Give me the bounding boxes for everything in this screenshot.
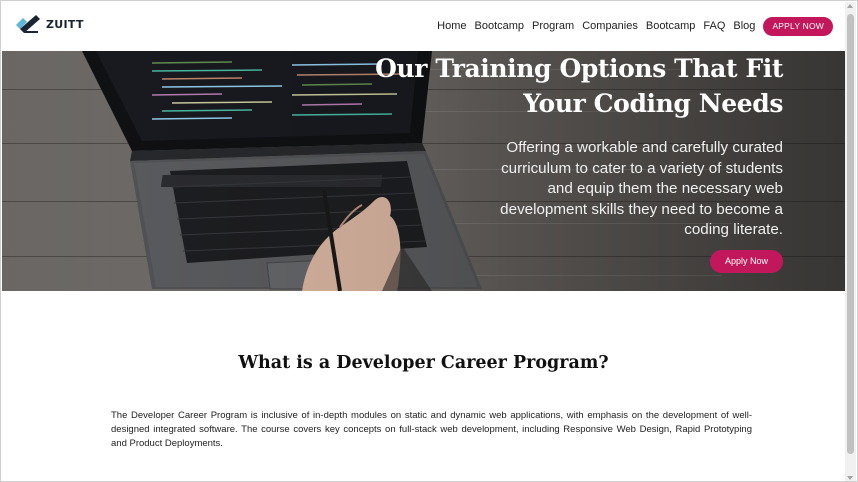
hero-subtitle: Offering a workable and carefully curate… — [500, 139, 783, 239]
browser-viewport: ZUITT Home Bootcamp Program Companies Bo… — [0, 0, 858, 482]
nav-link-home[interactable]: Home — [437, 16, 466, 36]
brand-name: ZUITT — [46, 17, 84, 31]
nav-link-bootcamp-2[interactable]: Bootcamp — [646, 16, 696, 36]
main-nav: Home Bootcamp Program Companies Bootcamp… — [437, 16, 833, 36]
nav-link-faq[interactable]: FAQ — [703, 16, 725, 36]
hero-banner: Our Training Options That Fit Your Codin… — [2, 51, 846, 291]
nav-link-blog[interactable]: Blog — [733, 16, 755, 36]
nav-link-companies[interactable]: Companies — [582, 16, 638, 36]
vertical-scrollbar[interactable] — [845, 2, 856, 481]
apply-now-hero-button[interactable]: Apply Now — [710, 250, 783, 273]
nav-link-bootcamp[interactable]: Bootcamp — [475, 16, 525, 36]
nav-link-program[interactable]: Program — [532, 16, 574, 36]
scroll-down-icon[interactable] — [847, 476, 853, 480]
section-body: The Developer Career Program is inclusiv… — [111, 410, 752, 449]
apply-now-nav-button[interactable]: APPLY NOW — [763, 16, 833, 36]
zuitt-logo-icon — [16, 15, 40, 33]
scroll-up-icon[interactable] — [847, 4, 853, 8]
section-title: What is a Developer Career Program? — [238, 353, 609, 373]
scrollbar-thumb[interactable] — [847, 14, 854, 454]
hero-title: Our Training Options That Fit Your Codin… — [375, 54, 783, 118]
brand-logo[interactable]: ZUITT — [14, 13, 84, 35]
navbar: ZUITT Home Bootcamp Program Companies Bo… — [1, 1, 846, 51]
